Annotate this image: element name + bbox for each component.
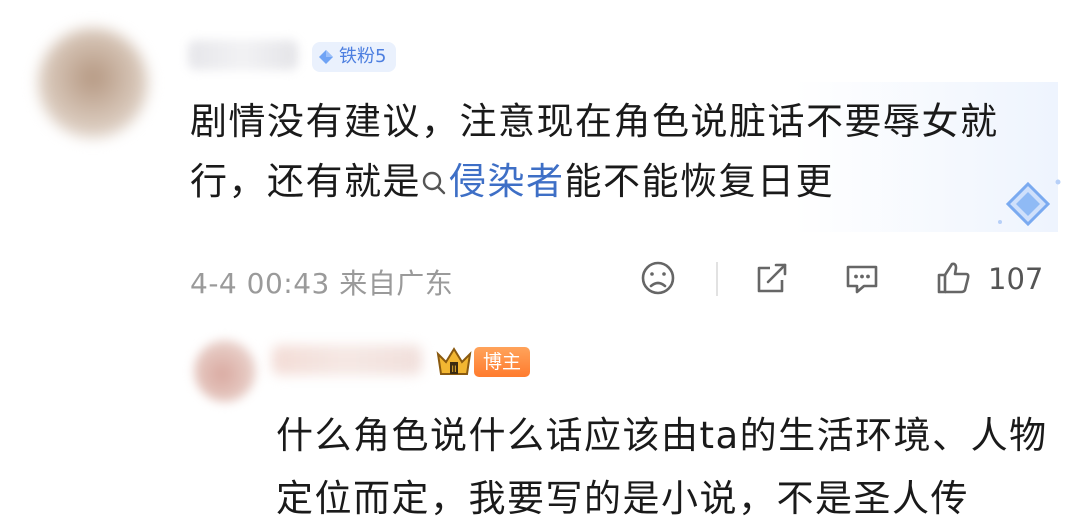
sparkle-diamond-icon xyxy=(998,179,1061,227)
search-link[interactable]: 侵染者 xyxy=(421,160,565,203)
reply-text: 什么角色说什么话应该由ta的生活环境、人物定位而定，我要写的是小说，不是圣人传 xyxy=(276,414,1048,520)
share-icon[interactable] xyxy=(752,258,792,298)
reply-username-blurred[interactable] xyxy=(272,345,422,375)
like-count: 107 xyxy=(988,262,1044,296)
commenter-avatar[interactable] xyxy=(38,28,148,138)
comment-text: 剧情没有建议，注意现在角色说脏话不要辱女就行，还有就是 侵染者能不能恢复日更 xyxy=(190,92,1040,212)
crown-icon: II xyxy=(436,347,472,375)
svg-text:II: II xyxy=(451,365,456,375)
thumbs-up-icon[interactable] xyxy=(934,258,974,298)
search-link-label: 侵染者 xyxy=(449,160,565,203)
comment-location: 来自广东 xyxy=(339,267,454,300)
comment-meta: 4-4 00:43 来自广东 xyxy=(190,262,453,302)
comment-text-part2: 能不能恢复日更 xyxy=(564,160,834,203)
sad-face-icon[interactable] xyxy=(638,258,678,298)
action-divider xyxy=(716,262,718,296)
fan-level-badge[interactable]: 铁粉5 xyxy=(312,42,397,72)
reply-avatar[interactable] xyxy=(194,340,256,402)
diamond-icon xyxy=(319,50,333,64)
comment-icon[interactable] xyxy=(842,258,882,298)
comment-timestamp: 4-4 00:43 xyxy=(190,267,330,300)
search-icon xyxy=(422,171,446,195)
commenter-username-blurred[interactable] xyxy=(188,40,298,70)
host-badge: 博主 xyxy=(474,347,531,377)
fan-badge-label: 铁粉5 xyxy=(339,46,387,67)
